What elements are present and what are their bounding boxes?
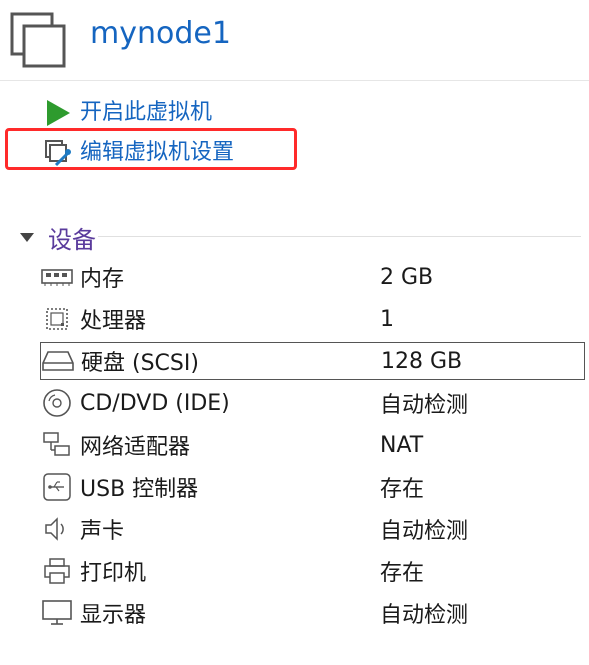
vm-icon: [10, 12, 66, 68]
device-name: 声卡: [80, 519, 125, 544]
device-value: 自动检测: [380, 393, 469, 418]
edit-settings-icon: [44, 139, 72, 167]
device-name: 显示器: [80, 603, 147, 628]
memory-icon: [40, 262, 74, 292]
printer-icon: [40, 556, 74, 586]
devices-section-header[interactable]: 设备: [16, 220, 581, 254]
device-row-memory[interactable]: 内存 2 GB: [40, 258, 585, 296]
device-value: NAT: [380, 432, 424, 458]
vm-header: mynode1: [0, 0, 589, 81]
device-name: 硬盘 (SCSI): [81, 351, 199, 376]
device-name: CD/DVD (IDE): [80, 390, 230, 416]
edit-vm-settings-action[interactable]: 编辑虚拟机设置: [44, 136, 234, 170]
device-row-printer[interactable]: 打印机 存在: [40, 552, 585, 590]
device-row-processor[interactable]: 处理器 1: [40, 300, 585, 338]
device-value: 存在: [380, 561, 425, 586]
vm-title: mynode1: [90, 16, 231, 51]
device-row-usb[interactable]: USB 控制器 存在: [40, 468, 585, 506]
devices-section-title: 设备: [48, 225, 96, 254]
start-vm-label: 开启此虚拟机: [80, 100, 213, 125]
hard-disk-icon: [41, 346, 75, 376]
monitor-icon: [40, 598, 74, 628]
section-divider: [98, 236, 581, 237]
device-name: 网络适配器: [80, 435, 191, 460]
device-name: 内存: [80, 267, 125, 292]
device-value: 2 GB: [380, 264, 434, 290]
device-value: 自动检测: [380, 603, 469, 628]
device-row-display[interactable]: 显示器 自动检测: [40, 594, 585, 632]
processor-icon: [40, 304, 74, 334]
device-name: 处理器: [80, 309, 147, 334]
play-icon: [44, 99, 72, 127]
edit-vm-settings-label: 编辑虚拟机设置: [80, 140, 235, 165]
device-name: USB 控制器: [80, 477, 199, 502]
speaker-icon: [40, 514, 74, 544]
device-name: 打印机: [80, 561, 147, 586]
collapse-triangle-icon[interactable]: [20, 232, 34, 242]
usb-icon: [40, 472, 74, 502]
device-value: 自动检测: [380, 519, 469, 544]
device-value: 1: [380, 306, 394, 332]
device-value: 128 GB: [381, 348, 463, 374]
device-row-cd-dvd[interactable]: CD/DVD (IDE) 自动检测: [40, 384, 585, 422]
network-adapter-icon: [40, 430, 74, 460]
device-value: 存在: [380, 477, 425, 502]
device-row-sound-card[interactable]: 声卡 自动检测: [40, 510, 585, 548]
start-vm-action[interactable]: 开启此虚拟机: [44, 96, 212, 130]
device-row-network-adapter[interactable]: 网络适配器 NAT: [40, 426, 585, 464]
device-row-hard-disk[interactable]: 硬盘 (SCSI) 128 GB: [40, 342, 585, 380]
cd-dvd-icon: [40, 388, 74, 418]
